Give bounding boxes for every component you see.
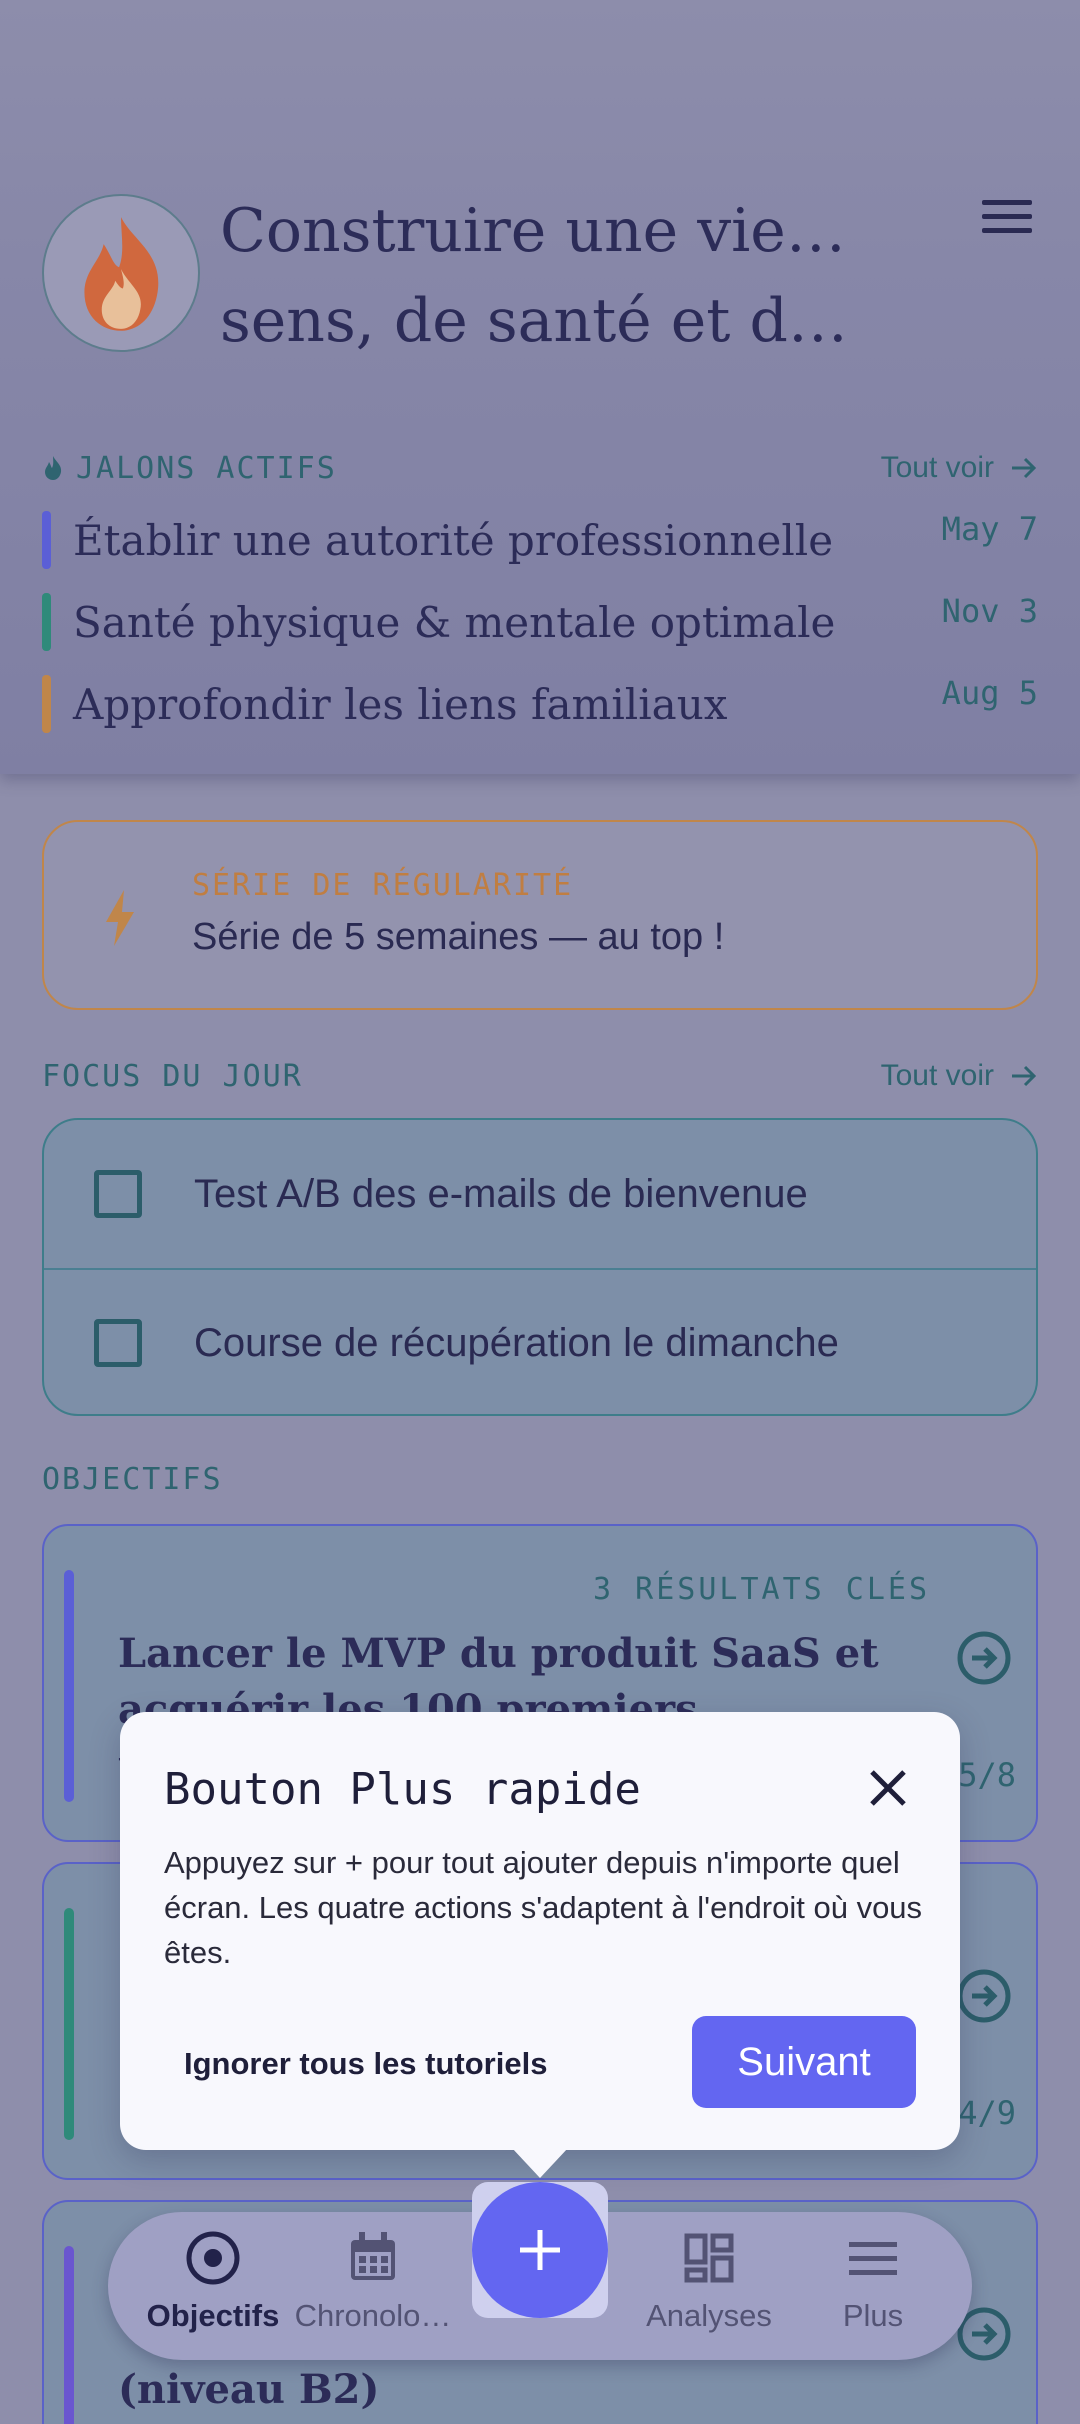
focus-see-all-link[interactable]: Tout voir [881,1059,1038,1093]
milestone-name: Santé physique & mentale optimale [73,597,836,647]
streak-card: SÉRIE DE RÉGULARITÉ Série de 5 semaines … [42,820,1038,1010]
milestones-label: JALONS ACTIFS [42,451,337,486]
milestone-item[interactable]: Approfondir les liens familiaux Aug 5 [42,674,1038,734]
arrow-circle-icon[interactable] [956,1968,1012,2024]
flame-small-icon [45,456,62,480]
tutorial-tooltip: Bouton Plus rapide Appuyez sur + pour to… [120,1712,960,2178]
task-checkbox[interactable] [94,1170,142,1218]
arrow-circle-icon[interactable] [956,1630,1012,1686]
milestone-date: May 7 [941,510,1038,548]
target-icon [186,2231,240,2285]
plus-icon [520,2230,560,2270]
goal-accent-bar [64,1570,74,1802]
page-title: Construire une vie de sens, de santé et … [220,196,860,356]
flame-icon [84,217,159,331]
menu-icon [849,2242,897,2275]
focus-header: FOCUS DU JOUR Tout voir [42,1054,1038,1098]
milestone-name: Approfondir les liens familiaux [73,679,728,729]
goal-progress: 5/8 [958,1756,1016,1794]
goal-accent-bar [64,1908,74,2140]
goal-title: (niveau B2) [118,2366,380,2413]
task-label: Course de récupération le dimanche [194,1320,839,1365]
streak-kicker: SÉRIE DE RÉGULARITÉ [192,868,574,903]
focus-card: Test A/B des e-mails de bienvenue Course… [42,1118,1038,1416]
milestone-color-bar [42,511,51,569]
task-checkbox[interactable] [94,1319,142,1367]
arrow-right-icon [1012,1065,1037,1087]
milestone-name: Établir une autorité professionnelle [73,515,834,565]
milestones-header: JALONS ACTIFS Tout voir [42,448,1038,488]
skip-tutorials-button[interactable]: Ignorer tous les tutoriels [184,2046,547,2082]
calendar-icon [351,2232,395,2280]
task-row[interactable]: Course de récupération le dimanche [44,1268,1036,1414]
goal-key-results: 3 RÉSULTATS CLÉS [593,1572,930,1607]
header: Construire une vie de sens, de santé et … [0,0,1080,774]
milestone-date: Nov 3 [941,592,1038,630]
nav-item-chronologie[interactable]: Chronolo… [288,2228,458,2348]
nav-item-plus[interactable]: Plus [788,2228,958,2348]
avatar[interactable] [42,194,200,352]
goal-accent-bar [64,2246,74,2424]
menu-icon [982,199,1032,205]
arrow-right-icon [1012,457,1037,479]
menu-button[interactable] [976,190,1038,242]
bolt-icon [106,890,134,946]
milestones-see-all-link[interactable]: Tout voir [881,451,1038,485]
milestone-color-bar [42,675,51,733]
focus-label: FOCUS DU JOUR [42,1058,303,1094]
close-icon[interactable] [864,1764,912,1812]
goal-progress: 4/9 [958,2094,1016,2132]
streak-text: Série de 5 semaines — au top ! [192,916,725,958]
tooltip-title: Bouton Plus rapide [164,1764,641,1815]
milestone-item[interactable]: Santé physique & mentale optimale Nov 3 [42,592,1038,652]
goals-label: OBJECTIFS [42,1462,223,1497]
add-button[interactable] [472,2182,608,2318]
nav-item-analyses[interactable]: Analyses [624,2228,794,2348]
task-row[interactable]: Test A/B des e-mails de bienvenue [44,1120,1036,1268]
dashboard-icon [684,2233,734,2283]
task-label: Test A/B des e-mails de bienvenue [194,1171,808,1216]
milestone-item[interactable]: Établir une autorité professionnelle May… [42,510,1038,570]
milestone-color-bar [42,593,51,651]
milestone-date: Aug 5 [941,674,1038,712]
tooltip-body: Appuyez sur + pour tout ajouter depuis n… [164,1845,923,1970]
nav-item-objectifs[interactable]: Objectifs [128,2228,298,2348]
next-button[interactable]: Suivant [692,2016,916,2108]
